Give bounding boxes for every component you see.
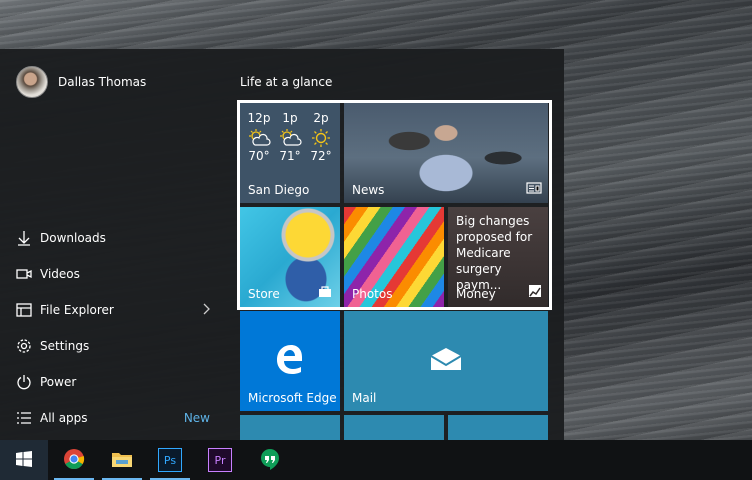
user-name: Dallas Thomas [58,75,147,89]
forecast-col: 2p 72° [308,111,334,163]
forecast-col: 12p 70° [246,111,272,163]
menu-item-downloads[interactable]: Downloads [0,220,232,256]
store-label: Store [248,287,280,301]
premiere-taskbar-item[interactable]: Pr [196,440,244,480]
videos-icon [16,266,32,282]
forecast-time: 12p [247,111,271,125]
tile[interactable] [344,415,444,440]
chart-icon [528,284,542,301]
partly-sunny-icon [247,129,271,147]
edge-icon [275,344,305,377]
menu-item-label: Videos [40,267,80,281]
chrome-icon [63,448,85,473]
forecast-col: 1p 71° [277,111,303,163]
forecast-temp: 72° [310,149,332,163]
store-bag-icon [318,286,332,301]
forecast-temp: 71° [279,149,301,163]
envelope-icon [430,347,462,374]
weather-tile[interactable]: 12p 70° 1p 71° 2p 72° San Diego [240,103,340,203]
menu-item-power[interactable]: Power [0,364,232,400]
hangouts-taskbar-item[interactable] [246,440,294,480]
tile[interactable] [448,415,548,440]
power-icon [16,374,32,390]
edge-label: Microsoft Edge [248,391,337,405]
photos-tile[interactable]: Photos [344,207,444,307]
news-tile[interactable]: News [344,103,548,203]
user-account[interactable]: Dallas Thomas [16,65,146,99]
menu-item-videos[interactable]: Videos [0,256,232,292]
news-label: News [352,183,385,197]
new-badge: New [183,411,210,425]
edge-tile[interactable]: Microsoft Edge [240,311,340,411]
money-headline: Big changes proposed for Medicare surger… [456,214,533,292]
start-menu-left-column: Dallas Thomas Downloads Videos File Expl… [0,49,232,440]
premiere-icon: Pr [208,448,232,472]
menu-item-label: Downloads [40,231,106,245]
folder-icon [111,450,133,471]
store-tile[interactable]: Store [240,207,340,307]
windows-logo-icon [16,450,32,470]
menu-item-label: File Explorer [40,303,114,317]
photos-label: Photos [352,287,393,301]
photoshop-taskbar-item[interactable]: Ps [146,440,194,480]
tile-group-title: Life at a glance [240,75,333,89]
money-label: Money [456,287,496,301]
downloads-icon [16,230,32,246]
forecast-time: 1p [282,111,298,125]
mail-label: Mail [352,391,377,405]
menu-item-all-apps[interactable]: All apps New [0,400,232,436]
file-explorer-taskbar-item[interactable] [98,440,146,480]
menu-item-settings[interactable]: Settings [0,328,232,364]
start-button[interactable] [0,440,48,480]
chrome-taskbar-item[interactable] [50,440,98,480]
menu-item-file-explorer[interactable]: File Explorer [0,292,232,328]
forecast-temp: 70° [248,149,270,163]
taskbar: Ps Pr [0,440,752,480]
settings-icon [16,338,32,354]
photoshop-icon: Ps [158,448,182,472]
partly-sunny-icon [278,129,302,147]
weather-location: San Diego [248,183,310,197]
news-icon [526,182,542,197]
menu-item-label: All apps [40,411,88,425]
tile[interactable] [240,415,340,440]
file-explorer-icon [16,302,32,318]
menu-item-label: Settings [40,339,90,353]
avatar [16,66,48,98]
menu-item-label: Power [40,375,77,389]
forecast-time: 2p [313,111,329,125]
mail-tile[interactable]: Mail [344,311,548,411]
chevron-right-icon[interactable] [202,303,210,318]
hangouts-icon [259,448,281,473]
money-tile[interactable]: Big changes proposed for Medicare surger… [448,207,548,307]
all-apps-icon [16,410,32,426]
sunny-icon [309,129,333,147]
